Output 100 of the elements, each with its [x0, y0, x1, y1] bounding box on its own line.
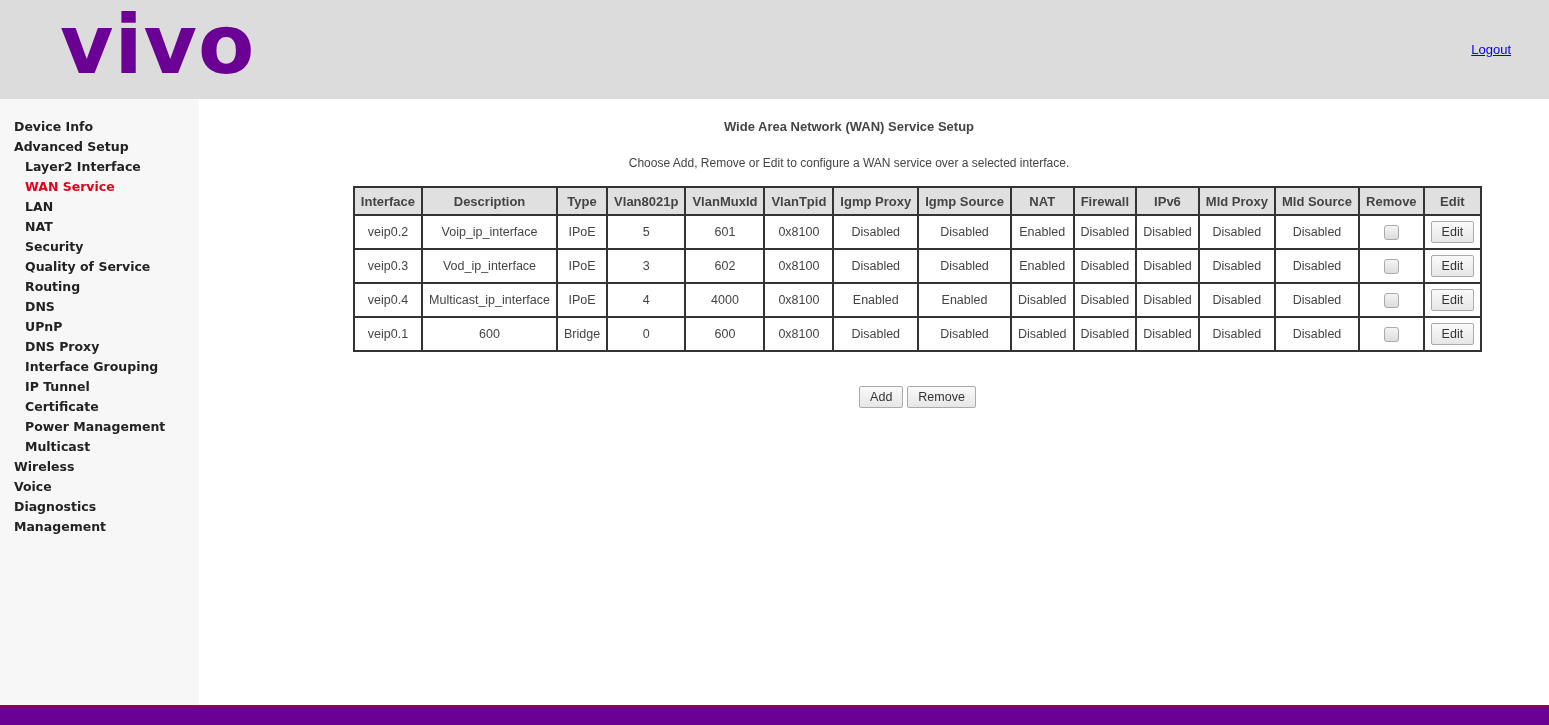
- remove-checkbox[interactable]: [1383, 292, 1399, 308]
- nav-link[interactable]: DNS: [0, 297, 199, 317]
- column-header: Description: [422, 187, 557, 215]
- table-cell: veip0.3: [353, 249, 423, 283]
- table-cell: 0x8100: [764, 317, 834, 351]
- nav-link[interactable]: Certificate: [0, 397, 199, 417]
- table-cell: 0: [607, 317, 686, 351]
- table-cell: Disabled: [1136, 215, 1199, 249]
- nav-link[interactable]: WAN Service: [0, 177, 199, 197]
- table-cell: 602: [685, 249, 765, 283]
- table-cell: IPoE: [556, 215, 608, 249]
- table-cell: 4000: [685, 283, 765, 317]
- table-cell: Vod_ip_interface: [422, 249, 557, 283]
- nav-link[interactable]: IP Tunnel: [0, 377, 199, 397]
- edit-button[interactable]: Edit: [1430, 323, 1475, 345]
- table-cell: 0x8100: [764, 249, 834, 283]
- column-header: VlanTpid: [764, 187, 834, 215]
- column-header: Mld Proxy: [1198, 187, 1275, 215]
- table-cell: veip0.1: [353, 317, 423, 351]
- column-header: Mld Source: [1274, 187, 1359, 215]
- table-cell: Disabled: [1010, 283, 1074, 317]
- column-header: Edit: [1423, 187, 1482, 215]
- table-cell: Disabled: [1198, 283, 1275, 317]
- action-button[interactable]: Remove: [907, 386, 976, 408]
- nav-link[interactable]: Management: [0, 517, 199, 537]
- edit-button[interactable]: Edit: [1430, 221, 1475, 243]
- table-cell: 600: [685, 317, 765, 351]
- column-header: Igmp Source: [918, 187, 1011, 215]
- table-cell: Enabled: [918, 283, 1011, 317]
- logout-link[interactable]: Logout: [1471, 42, 1511, 57]
- table-cell: 4: [607, 283, 686, 317]
- table-cell: Disabled: [833, 249, 919, 283]
- table-cell: Disabled: [918, 249, 1011, 283]
- table-cell: 600: [422, 317, 557, 351]
- nav-link[interactable]: Diagnostics: [0, 497, 199, 517]
- column-header: VlanMuxId: [685, 187, 765, 215]
- table-cell: Disabled: [1136, 249, 1199, 283]
- table-cell: Bridge: [556, 317, 608, 351]
- table-cell: 0x8100: [764, 283, 834, 317]
- nav-link[interactable]: Quality of Service: [0, 257, 199, 277]
- table-cell: Disabled: [1136, 283, 1199, 317]
- table-cell: Disabled: [1274, 215, 1359, 249]
- table-cell: Disabled: [1136, 317, 1199, 351]
- edit-button[interactable]: Edit: [1430, 255, 1475, 277]
- column-header: Igmp Proxy: [833, 187, 919, 215]
- column-header: Firewall: [1073, 187, 1137, 215]
- nav-link[interactable]: Device Info: [0, 117, 199, 137]
- instructions-text: Choose Add, Remove or Edit to configure a WAN service over a selected interface.: [628, 156, 1070, 170]
- table-cell: Enabled: [1010, 249, 1074, 283]
- column-header: Interface: [353, 187, 423, 215]
- nav-link[interactable]: Layer2 Interface: [0, 157, 199, 177]
- table-cell: Voip_ip_interface: [422, 215, 557, 249]
- table-cell: IPoE: [556, 249, 608, 283]
- table-cell: veip0.2: [353, 215, 423, 249]
- remove-checkbox[interactable]: [1383, 326, 1399, 342]
- nav-link[interactable]: Multicast: [0, 437, 199, 457]
- nav-link[interactable]: NAT: [0, 217, 199, 237]
- logo: vivo: [60, 3, 256, 86]
- nav-link[interactable]: Security: [0, 237, 199, 257]
- nav-link[interactable]: Voice: [0, 477, 199, 497]
- nav-link[interactable]: LAN: [0, 197, 199, 217]
- column-header: Vlan8021p: [607, 187, 686, 215]
- table-cell: Disabled: [1198, 215, 1275, 249]
- table-cell: Disabled: [833, 317, 919, 351]
- nav-link[interactable]: UPnP: [0, 317, 199, 337]
- nav-link[interactable]: Routing: [0, 277, 199, 297]
- table-cell: 0x8100: [764, 215, 834, 249]
- table-cell: Disabled: [918, 215, 1011, 249]
- nav-link[interactable]: Interface Grouping: [0, 357, 199, 377]
- table-cell: Disabled: [918, 317, 1011, 351]
- table-cell: Disabled: [1274, 317, 1359, 351]
- table-cell: 601: [685, 215, 765, 249]
- action-button[interactable]: Add: [859, 386, 904, 408]
- column-header: IPv6: [1136, 187, 1199, 215]
- nav-link[interactable]: Wireless: [0, 457, 199, 477]
- column-header: Type: [556, 187, 608, 215]
- table-cell: Disabled: [1274, 249, 1359, 283]
- table-cell: Disabled: [1073, 215, 1137, 249]
- table-cell: Enabled: [833, 283, 919, 317]
- table-cell: Disabled: [833, 215, 919, 249]
- table-cell: IPoE: [556, 283, 608, 317]
- table-cell: 5: [607, 215, 686, 249]
- column-header: Remove: [1359, 187, 1424, 215]
- column-header: NAT: [1010, 187, 1074, 215]
- table-cell: Disabled: [1198, 317, 1275, 351]
- table-cell: Disabled: [1073, 249, 1137, 283]
- edit-button[interactable]: Edit: [1430, 289, 1475, 311]
- table-cell: Disabled: [1073, 283, 1137, 317]
- table-cell: Disabled: [1010, 317, 1074, 351]
- nav-link[interactable]: Power Management: [0, 417, 199, 437]
- table-cell: Disabled: [1198, 249, 1275, 283]
- table-cell: Multicast_ip_interface: [422, 283, 557, 317]
- table-cell: Disabled: [1274, 283, 1359, 317]
- remove-checkbox[interactable]: [1383, 224, 1399, 240]
- nav-link[interactable]: DNS Proxy: [0, 337, 199, 357]
- remove-checkbox[interactable]: [1383, 258, 1399, 274]
- page-title: Wide Area Network (WAN) Service Setup: [723, 119, 975, 134]
- nav-link[interactable]: Advanced Setup: [0, 137, 199, 157]
- table-cell: Enabled: [1010, 215, 1074, 249]
- table-cell: veip0.4: [353, 283, 423, 317]
